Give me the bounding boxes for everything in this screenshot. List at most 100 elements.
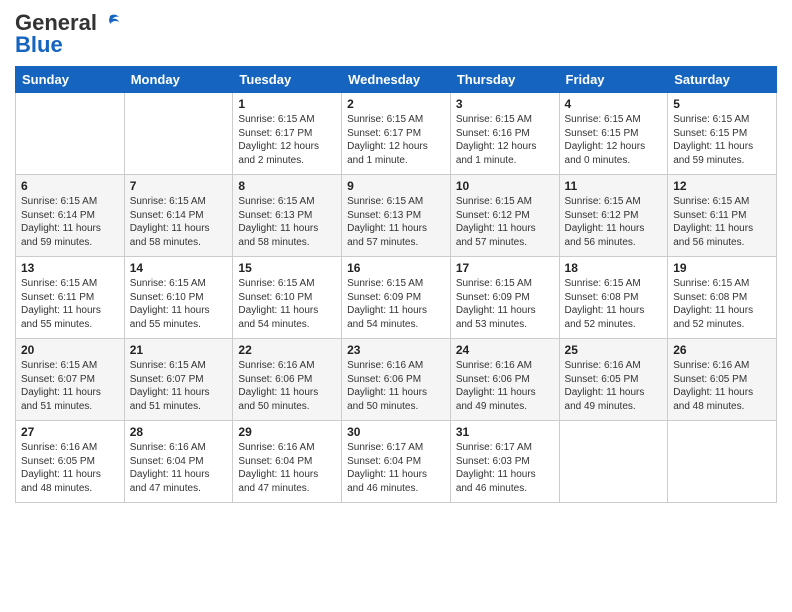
calendar-cell: 27Sunrise: 6:16 AM Sunset: 6:05 PM Dayli… — [16, 421, 125, 503]
calendar-cell: 29 Sunrise: 6:16 AM Sunset: 6:04 PM Dayli… — [233, 421, 342, 503]
day-info: Sunrise: 6:15 AM Sunset: 6:08 PM Dayligh… — [565, 277, 663, 331]
calendar-cell: 22 Sunrise: 6:16 AM Sunset: 6:06 PM Dayli… — [233, 339, 342, 421]
calendar-cell: 14 Sunrise: 6:15 AM Sunset: 6:10 PM Dayli… — [124, 257, 233, 339]
calendar-cell: 1 Sunrise: 6:15 AM Sunset: 6:17 PM Daylig… — [233, 93, 342, 175]
calendar-cell: 15 Sunrise: 6:15 AM Sunset: 6:10 PM Dayli… — [233, 257, 342, 339]
day-number: 9 — [347, 179, 445, 193]
day-info: Sunrise: 6:15 AM Sunset: 6:14 PM Dayligh… — [130, 195, 228, 249]
day-number: 20 — [21, 343, 119, 357]
day-number: 14 — [130, 261, 228, 275]
logo: General Blue — [15, 10, 121, 58]
calendar-week-row: 1 Sunrise: 6:15 AM Sunset: 6:17 PM Daylig… — [16, 93, 777, 175]
logo-blue: Blue — [15, 32, 63, 58]
day-number: 31 — [456, 425, 554, 439]
day-number: 26 — [673, 343, 771, 357]
day-info: Sunrise: 6:17 AM Sunset: 6:03 PM Dayligh… — [456, 441, 554, 495]
day-info: Sunrise: 6:17 AM Sunset: 6:04 PM Dayligh… — [347, 441, 445, 495]
calendar-cell: 24 Sunrise: 6:16 AM Sunset: 6:06 PM Dayli… — [450, 339, 559, 421]
day-info: Sunrise: 6:15 AM Sunset: 6:17 PM Dayligh… — [347, 113, 445, 167]
day-number: 15 — [238, 261, 336, 275]
calendar-cell — [559, 421, 668, 503]
calendar-cell: 8 Sunrise: 6:15 AM Sunset: 6:13 PM Daylig… — [233, 175, 342, 257]
day-number: 23 — [347, 343, 445, 357]
day-info: Sunrise: 6:16 AM Sunset: 6:06 PM Dayligh… — [456, 359, 554, 413]
day-info: Sunrise: 6:15 AM Sunset: 6:11 PM Dayligh… — [673, 195, 771, 249]
calendar-cell: 20 Sunrise: 6:15 AM Sunset: 6:07 PM Dayli… — [16, 339, 125, 421]
calendar-cell: 17Sunrise: 6:15 AM Sunset: 6:09 PM Dayli… — [450, 257, 559, 339]
day-number: 29 — [238, 425, 336, 439]
col-tuesday: Tuesday — [233, 67, 342, 93]
day-number: 11 — [565, 179, 663, 193]
day-number: 30 — [347, 425, 445, 439]
calendar-cell: 3Sunrise: 6:15 AM Sunset: 6:16 PM Daylig… — [450, 93, 559, 175]
calendar-cell: 5 Sunrise: 6:15 AM Sunset: 6:15 PM Daylig… — [668, 93, 777, 175]
day-info: Sunrise: 6:15 AM Sunset: 6:13 PM Dayligh… — [238, 195, 336, 249]
calendar-cell: 2 Sunrise: 6:15 AM Sunset: 6:17 PM Daylig… — [342, 93, 451, 175]
day-number: 7 — [130, 179, 228, 193]
day-info: Sunrise: 6:15 AM Sunset: 6:07 PM Dayligh… — [130, 359, 228, 413]
calendar-week-row: 20 Sunrise: 6:15 AM Sunset: 6:07 PM Dayli… — [16, 339, 777, 421]
day-info: Sunrise: 6:15 AM Sunset: 6:12 PM Dayligh… — [565, 195, 663, 249]
day-number: 6 — [21, 179, 119, 193]
day-info: Sunrise: 6:16 AM Sunset: 6:06 PM Dayligh… — [238, 359, 336, 413]
day-number: 12 — [673, 179, 771, 193]
calendar-cell: 10 Sunrise: 6:15 AM Sunset: 6:12 PM Dayli… — [450, 175, 559, 257]
day-number: 24 — [456, 343, 554, 357]
calendar-week-row: 13Sunrise: 6:15 AM Sunset: 6:11 PM Dayli… — [16, 257, 777, 339]
day-number: 25 — [565, 343, 663, 357]
day-info: Sunrise: 6:15 AM Sunset: 6:15 PM Dayligh… — [565, 113, 663, 167]
day-info: Sunrise: 6:15 AM Sunset: 6:13 PM Dayligh… — [347, 195, 445, 249]
calendar-cell: 26 Sunrise: 6:16 AM Sunset: 6:05 PM Dayli… — [668, 339, 777, 421]
logo-bird-icon — [99, 12, 121, 34]
day-info: Sunrise: 6:15 AM Sunset: 6:09 PM Dayligh… — [456, 277, 554, 331]
day-info: Sunrise: 6:15 AM Sunset: 6:16 PM Dayligh… — [456, 113, 554, 167]
day-number: 1 — [238, 97, 336, 111]
col-friday: Friday — [559, 67, 668, 93]
day-info: Sunrise: 6:16 AM Sunset: 6:06 PM Dayligh… — [347, 359, 445, 413]
day-number: 10 — [456, 179, 554, 193]
col-wednesday: Wednesday — [342, 67, 451, 93]
day-info: Sunrise: 6:15 AM Sunset: 6:14 PM Dayligh… — [21, 195, 119, 249]
col-saturday: Saturday — [668, 67, 777, 93]
calendar-cell: 7 Sunrise: 6:15 AM Sunset: 6:14 PM Daylig… — [124, 175, 233, 257]
calendar-week-row: 6 Sunrise: 6:15 AM Sunset: 6:14 PM Daylig… — [16, 175, 777, 257]
day-number: 5 — [673, 97, 771, 111]
col-monday: Monday — [124, 67, 233, 93]
day-number: 4 — [565, 97, 663, 111]
calendar-cell — [124, 93, 233, 175]
calendar-cell: 16Sunrise: 6:15 AM Sunset: 6:09 PM Dayli… — [342, 257, 451, 339]
day-info: Sunrise: 6:15 AM Sunset: 6:10 PM Dayligh… — [238, 277, 336, 331]
day-number: 22 — [238, 343, 336, 357]
day-info: Sunrise: 6:15 AM Sunset: 6:11 PM Dayligh… — [21, 277, 119, 331]
day-info: Sunrise: 6:15 AM Sunset: 6:08 PM Dayligh… — [673, 277, 771, 331]
day-info: Sunrise: 6:15 AM Sunset: 6:07 PM Dayligh… — [21, 359, 119, 413]
calendar-cell — [668, 421, 777, 503]
calendar-cell: 23 Sunrise: 6:16 AM Sunset: 6:06 PM Dayli… — [342, 339, 451, 421]
calendar-cell: 4 Sunrise: 6:15 AM Sunset: 6:15 PM Daylig… — [559, 93, 668, 175]
day-info: Sunrise: 6:15 AM Sunset: 6:12 PM Dayligh… — [456, 195, 554, 249]
day-number: 18 — [565, 261, 663, 275]
day-number: 8 — [238, 179, 336, 193]
calendar-cell: 19 Sunrise: 6:15 AM Sunset: 6:08 PM Dayli… — [668, 257, 777, 339]
calendar-table: Sunday Monday Tuesday Wednesday Thursday… — [15, 66, 777, 503]
day-number: 21 — [130, 343, 228, 357]
calendar-cell: 6 Sunrise: 6:15 AM Sunset: 6:14 PM Daylig… — [16, 175, 125, 257]
header: General Blue — [15, 10, 777, 58]
day-number: 2 — [347, 97, 445, 111]
day-info: Sunrise: 6:16 AM Sunset: 6:05 PM Dayligh… — [673, 359, 771, 413]
day-number: 27 — [21, 425, 119, 439]
day-info: Sunrise: 6:15 AM Sunset: 6:10 PM Dayligh… — [130, 277, 228, 331]
day-info: Sunrise: 6:15 AM Sunset: 6:15 PM Dayligh… — [673, 113, 771, 167]
calendar-cell: 31 Sunrise: 6:17 AM Sunset: 6:03 PM Dayli… — [450, 421, 559, 503]
col-thursday: Thursday — [450, 67, 559, 93]
day-info: Sunrise: 6:16 AM Sunset: 6:05 PM Dayligh… — [565, 359, 663, 413]
calendar-cell: 9 Sunrise: 6:15 AM Sunset: 6:13 PM Daylig… — [342, 175, 451, 257]
calendar-cell: 21 Sunrise: 6:15 AM Sunset: 6:07 PM Dayli… — [124, 339, 233, 421]
day-info: Sunrise: 6:16 AM Sunset: 6:04 PM Dayligh… — [238, 441, 336, 495]
day-info: Sunrise: 6:15 AM Sunset: 6:17 PM Dayligh… — [238, 113, 336, 167]
calendar-cell: 28Sunrise: 6:16 AM Sunset: 6:04 PM Dayli… — [124, 421, 233, 503]
col-sunday: Sunday — [16, 67, 125, 93]
calendar-week-row: 27Sunrise: 6:16 AM Sunset: 6:05 PM Dayli… — [16, 421, 777, 503]
day-number: 19 — [673, 261, 771, 275]
calendar-header-row: Sunday Monday Tuesday Wednesday Thursday… — [16, 67, 777, 93]
